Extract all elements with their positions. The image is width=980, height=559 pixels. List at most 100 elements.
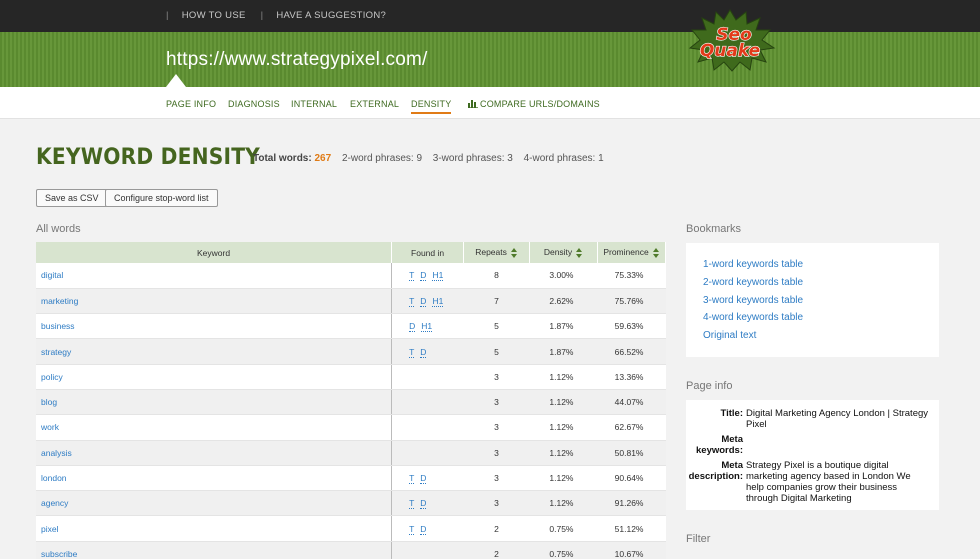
bookmark-3-word[interactable]: 3-word keywords table bbox=[703, 295, 922, 313]
sort-icon[interactable] bbox=[576, 247, 583, 258]
repeats-cell: 3 bbox=[463, 364, 530, 390]
keyword-cell[interactable]: london bbox=[36, 465, 392, 492]
repeats-cell: 5 bbox=[463, 338, 530, 365]
tab-compare[interactable]: COMPARE URLS/DOMAINS bbox=[468, 99, 600, 109]
prominence-cell: 50.81% bbox=[597, 440, 666, 466]
bar-chart-icon bbox=[468, 100, 478, 108]
tab-diagnosis[interactable]: DIAGNOSIS bbox=[228, 99, 280, 109]
repeats-cell: 3 bbox=[463, 490, 530, 517]
found-in-tag[interactable]: H1 bbox=[432, 270, 444, 282]
density-cell: 0.75% bbox=[529, 541, 598, 559]
page-title: KEYWORD DENSITY bbox=[36, 145, 261, 170]
found-in-cell bbox=[391, 440, 464, 466]
prominence-cell: 59.63% bbox=[597, 313, 666, 340]
found-in-tag[interactable]: D bbox=[420, 473, 427, 485]
sort-icon[interactable] bbox=[652, 247, 660, 258]
meta-description-key: Meta description: bbox=[688, 460, 743, 482]
four-word-label: 4-word phrases: bbox=[523, 153, 596, 164]
bookmark-4-word[interactable]: 4-word keywords table bbox=[703, 312, 922, 330]
repeats-cell: 3 bbox=[463, 465, 530, 492]
keyword-cell[interactable]: work bbox=[36, 414, 392, 441]
page-info-description-row: Meta description: Strategy Pixel is a bo… bbox=[686, 460, 929, 504]
found-in-cell bbox=[391, 541, 464, 559]
found-in-tag[interactable]: T bbox=[409, 498, 415, 510]
col-keyword[interactable]: Keyword bbox=[36, 242, 393, 263]
found-in-cell: TD bbox=[391, 465, 464, 492]
keyword-cell[interactable]: policy bbox=[36, 364, 392, 390]
table-row: subscribe 2 0.75% 10.67% bbox=[36, 541, 666, 559]
found-in-cell: TD bbox=[391, 490, 464, 517]
col-prominence-label: Prominence bbox=[603, 247, 649, 258]
col-density[interactable]: Density bbox=[529, 242, 598, 263]
meta-keywords-key: Meta keywords: bbox=[696, 434, 743, 456]
keyword-cell[interactable]: strategy bbox=[36, 338, 392, 365]
tab-page-info[interactable]: PAGE INFO bbox=[166, 99, 216, 109]
keyword-cell[interactable]: blog bbox=[36, 389, 392, 416]
found-in-tag[interactable]: D bbox=[420, 523, 427, 535]
found-in-tag[interactable]: T bbox=[409, 523, 415, 535]
tab-bar: PAGE INFO DIAGNOSIS INTERNAL EXTERNAL DE… bbox=[0, 87, 980, 119]
prominence-cell: 10.67% bbox=[597, 541, 666, 559]
found-in-tag[interactable]: H1 bbox=[421, 321, 433, 333]
meta-description-value: Strategy Pixel is a boutique digital mar… bbox=[746, 460, 911, 504]
all-words-label: All words bbox=[36, 223, 81, 235]
keyword-cell[interactable]: business bbox=[36, 313, 392, 340]
prominence-cell: 75.33% bbox=[597, 263, 666, 289]
tab-internal[interactable]: INTERNAL bbox=[291, 99, 337, 109]
found-in-tag[interactable]: T bbox=[409, 346, 415, 358]
keyword-table: Keyword Found in Repeats Density Promine… bbox=[36, 242, 667, 559]
table-row: policy 3 1.12% 13.36% bbox=[36, 364, 666, 390]
col-repeats-label: Repeats bbox=[475, 247, 507, 258]
keyword-cell[interactable]: digital bbox=[36, 263, 392, 289]
keyword-cell[interactable]: pixel bbox=[36, 515, 392, 542]
found-in-tag[interactable]: H1 bbox=[432, 295, 444, 307]
tab-external[interactable]: EXTERNAL bbox=[350, 99, 399, 109]
prominence-cell: 91.26% bbox=[597, 490, 666, 517]
keyword-cell[interactable]: subscribe bbox=[36, 541, 392, 559]
repeats-cell: 3 bbox=[463, 440, 530, 466]
found-in-tag[interactable]: T bbox=[409, 270, 415, 282]
found-in-cell bbox=[391, 389, 464, 416]
table-row: work 3 1.12% 62.67% bbox=[36, 414, 666, 441]
table-row: pixel T D 2 0.75% 51.12% bbox=[36, 515, 666, 542]
prominence-cell: 75.76% bbox=[597, 288, 666, 315]
tab-density[interactable]: DENSITY bbox=[411, 99, 452, 114]
bookmark-2-word[interactable]: 2-word keywords table bbox=[703, 277, 922, 295]
save-csv-button[interactable]: Save as CSV bbox=[36, 189, 108, 207]
keyword-table-body: digital T D H1 8 3.00% 75.33% marketing T D H1 7 2.6… bbox=[36, 263, 666, 559]
found-in-tag[interactable]: D bbox=[420, 295, 427, 307]
col-repeats[interactable]: Repeats bbox=[463, 242, 531, 263]
density-cell: 0.75% bbox=[529, 515, 598, 542]
prominence-cell: 13.36% bbox=[597, 364, 666, 390]
found-in-tag[interactable]: T bbox=[409, 473, 415, 485]
keyword-cell[interactable]: agency bbox=[36, 490, 392, 517]
seoquake-logo[interactable]: Seo Quake bbox=[684, 8, 776, 72]
configure-stopword-button[interactable]: Configure stop-word list bbox=[105, 189, 218, 207]
prominence-cell: 62.67% bbox=[597, 414, 666, 441]
suggestion-link[interactable]: HAVE A SUGGESTION? bbox=[276, 10, 386, 21]
found-in-tag[interactable]: D bbox=[409, 321, 416, 333]
keyword-cell[interactable]: analysis bbox=[36, 440, 392, 466]
table-row: marketing T D H1 7 2.62% 75.76% bbox=[36, 288, 666, 315]
how-to-use-link[interactable]: HOW TO USE bbox=[182, 10, 246, 21]
found-in-tag[interactable]: D bbox=[420, 498, 427, 510]
found-in-cell: D H1 bbox=[391, 313, 464, 340]
found-in-tag[interactable]: D bbox=[420, 270, 427, 282]
found-in-cell bbox=[391, 364, 464, 390]
found-in-tag[interactable]: T bbox=[409, 295, 415, 307]
bookmark-original-text[interactable]: Original text bbox=[703, 330, 922, 348]
sort-icon[interactable] bbox=[510, 247, 518, 258]
keyword-cell[interactable]: marketing bbox=[36, 288, 392, 315]
separator: | bbox=[166, 10, 169, 21]
found-in-cell: TD bbox=[391, 515, 464, 542]
bookmarks-panel: 1-word keywords table 2-word keywords ta… bbox=[686, 243, 939, 357]
total-words-label: Total words: bbox=[253, 153, 312, 164]
found-in-cell: TD bbox=[391, 338, 464, 365]
density-cell: 1.87% bbox=[529, 313, 598, 340]
col-prominence[interactable]: Prominence bbox=[597, 242, 667, 263]
found-in-tag[interactable]: D bbox=[420, 346, 427, 358]
prominence-cell: 51.12% bbox=[597, 515, 666, 542]
bookmark-1-word[interactable]: 1-word keywords table bbox=[703, 259, 922, 277]
prominence-cell: 66.52% bbox=[597, 338, 666, 365]
logo-text-quake: Quake bbox=[700, 41, 760, 61]
